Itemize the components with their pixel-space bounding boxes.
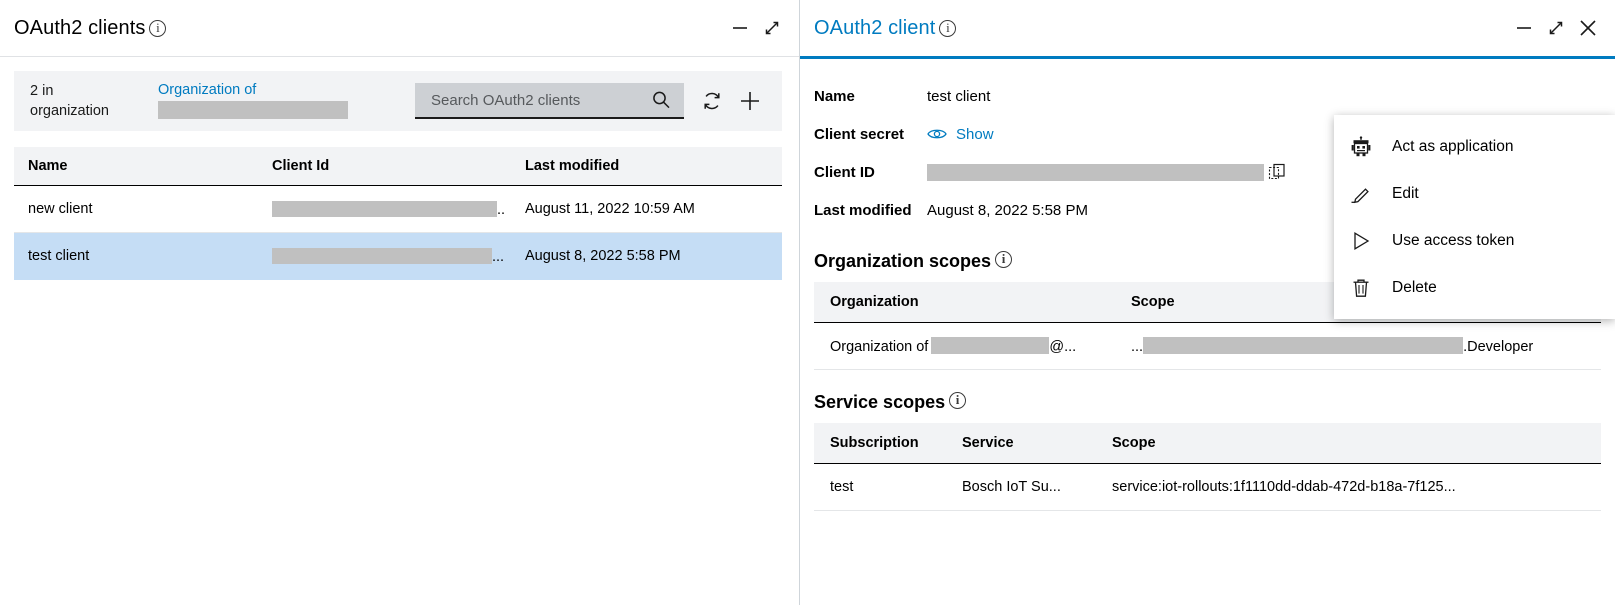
client-count: 2 in organization: [30, 81, 142, 121]
info-icon[interactable]: [939, 19, 957, 37]
menu-item-label: Delete: [1392, 278, 1437, 296]
expand-icon[interactable]: [761, 17, 783, 39]
table-row[interactable]: test client ... August 8, 2022 5:58 PM: [14, 233, 782, 280]
detail-title: OAuth2 client: [814, 16, 936, 39]
minimize-icon[interactable]: [729, 17, 751, 39]
menu-item-use-access-token[interactable]: Use access token: [1334, 217, 1615, 264]
app-root: OAuth2 clients 2 in orga: [0, 0, 1615, 605]
menu-item-label: Use access token: [1392, 231, 1515, 249]
robot-icon: [1350, 135, 1380, 158]
menu-item-label: Act as application: [1392, 137, 1514, 155]
clients-table: Name Client Id Last modified new client …: [14, 147, 782, 280]
expand-icon[interactable]: [1545, 17, 1567, 39]
column-header-scope: Scope: [1112, 435, 1156, 451]
table-row: Organization of @... ... .Developer: [814, 323, 1601, 370]
toolbar-actions: [696, 85, 766, 117]
cell-subscription: test: [830, 479, 854, 495]
menu-item-label: Edit: [1392, 184, 1419, 202]
organization-redacted: [931, 337, 1050, 354]
menu-item-edit[interactable]: Edit: [1334, 170, 1615, 217]
info-icon[interactable]: [995, 250, 1013, 268]
label-last-modified: Last modified: [814, 201, 912, 219]
cell-client-id: ...: [272, 247, 525, 265]
show-secret-link[interactable]: Show: [956, 126, 994, 143]
clients-table-header: Name Client Id Last modified: [14, 147, 782, 186]
refresh-icon[interactable]: [696, 85, 728, 117]
table-row[interactable]: new client .. August 11, 2022 10:59 AM: [14, 186, 782, 233]
value-client-secret: Show: [927, 126, 994, 143]
cell-organization: Organization of @...: [814, 337, 1131, 355]
table-row: test Bosch IoT Su... service:iot-rollout…: [814, 464, 1601, 511]
search-input[interactable]: [429, 90, 648, 110]
organization-name-redacted: [158, 100, 348, 119]
client-id-redacted: [927, 163, 1264, 181]
service-scopes-label: Service scopes: [814, 392, 946, 412]
organization-prefix: Organization of: [830, 339, 929, 355]
cell-service: Bosch IoT Su...: [962, 479, 1061, 495]
service-scopes-table: Subscription Service Scope test Bosch Io…: [814, 423, 1601, 511]
scope-suffix: .Developer: [1463, 339, 1534, 355]
left-panel-header: OAuth2 clients: [0, 0, 799, 56]
menu-item-act-as-application[interactable]: Act as application: [1334, 123, 1615, 170]
value-name: test client: [927, 87, 991, 105]
cell-name: test client: [28, 248, 90, 264]
minimize-icon[interactable]: [1513, 17, 1535, 39]
oauth2-clients-panel: OAuth2 clients 2 in orga: [0, 0, 800, 605]
plus-icon[interactable]: [734, 85, 766, 117]
left-header-divider: [0, 56, 799, 57]
organization-suffix: @...: [1049, 339, 1077, 355]
organization-block: Organization of: [158, 80, 348, 123]
column-header-service: Service: [962, 435, 1014, 451]
client-actions-context-menu: Act as application Edit Use access token: [1334, 115, 1615, 319]
menu-item-delete[interactable]: Delete: [1334, 264, 1615, 311]
info-icon[interactable]: [149, 19, 167, 37]
client-id-ellipsis: ..: [497, 201, 506, 218]
client-id-ellipsis: ...: [492, 248, 505, 265]
pencil-icon: [1350, 183, 1380, 205]
play-icon: [1350, 230, 1380, 252]
cell-last-modified: August 8, 2022 5:58 PM: [525, 248, 681, 264]
left-window-controls: [729, 17, 783, 39]
client-count-line1: 2 in: [30, 83, 54, 99]
cell-name: new client: [28, 201, 93, 217]
search-icon[interactable]: [648, 87, 674, 113]
right-panel-header: OAuth2 client: [800, 0, 1615, 56]
label-client-secret: Client secret: [814, 125, 905, 143]
search-box[interactable]: [415, 83, 684, 119]
column-header-name: Name: [28, 158, 68, 174]
cell-client-id: ..: [272, 200, 525, 218]
organization-scopes-label: Organization scopes: [814, 251, 992, 271]
field-name: Name test client: [800, 77, 1615, 115]
clients-toolbar: 2 in organization Organization of: [14, 71, 782, 131]
client-id-redacted: [272, 200, 497, 217]
service-scopes-header: Subscription Service Scope: [814, 423, 1601, 464]
eye-icon[interactable]: [927, 127, 947, 141]
cell-scope: service:iot-rollouts:1f1110dd-ddab-472d-…: [1112, 479, 1456, 495]
close-icon[interactable]: [1577, 17, 1599, 39]
right-window-controls: [1513, 17, 1599, 39]
label-client-id: Client ID: [814, 163, 875, 181]
cell-scope: ... .Developer: [1131, 337, 1601, 355]
cell-last-modified: August 11, 2022 10:59 AM: [525, 201, 695, 217]
column-header-last-modified: Last modified: [525, 158, 620, 174]
column-header-organization: Organization: [830, 294, 919, 310]
info-icon[interactable]: [949, 391, 967, 409]
service-scopes-title: Service scopes: [800, 370, 1615, 423]
client-id-redacted: [272, 247, 492, 264]
scope-prefix: ...: [1131, 339, 1144, 355]
value-last-modified: August 8, 2022 5:58 PM: [927, 201, 1088, 219]
label-name: Name: [814, 87, 855, 105]
column-header-subscription: Subscription: [830, 435, 919, 451]
column-header-client-id: Client Id: [272, 158, 330, 174]
client-count-line2: organization: [30, 103, 109, 119]
value-client-id: [927, 163, 1286, 181]
copy-icon[interactable]: [1268, 163, 1286, 181]
scope-redacted: [1143, 337, 1464, 354]
trash-icon: [1350, 277, 1380, 299]
page-title: OAuth2 clients: [14, 16, 146, 39]
organization-link[interactable]: Organization of: [158, 80, 348, 101]
